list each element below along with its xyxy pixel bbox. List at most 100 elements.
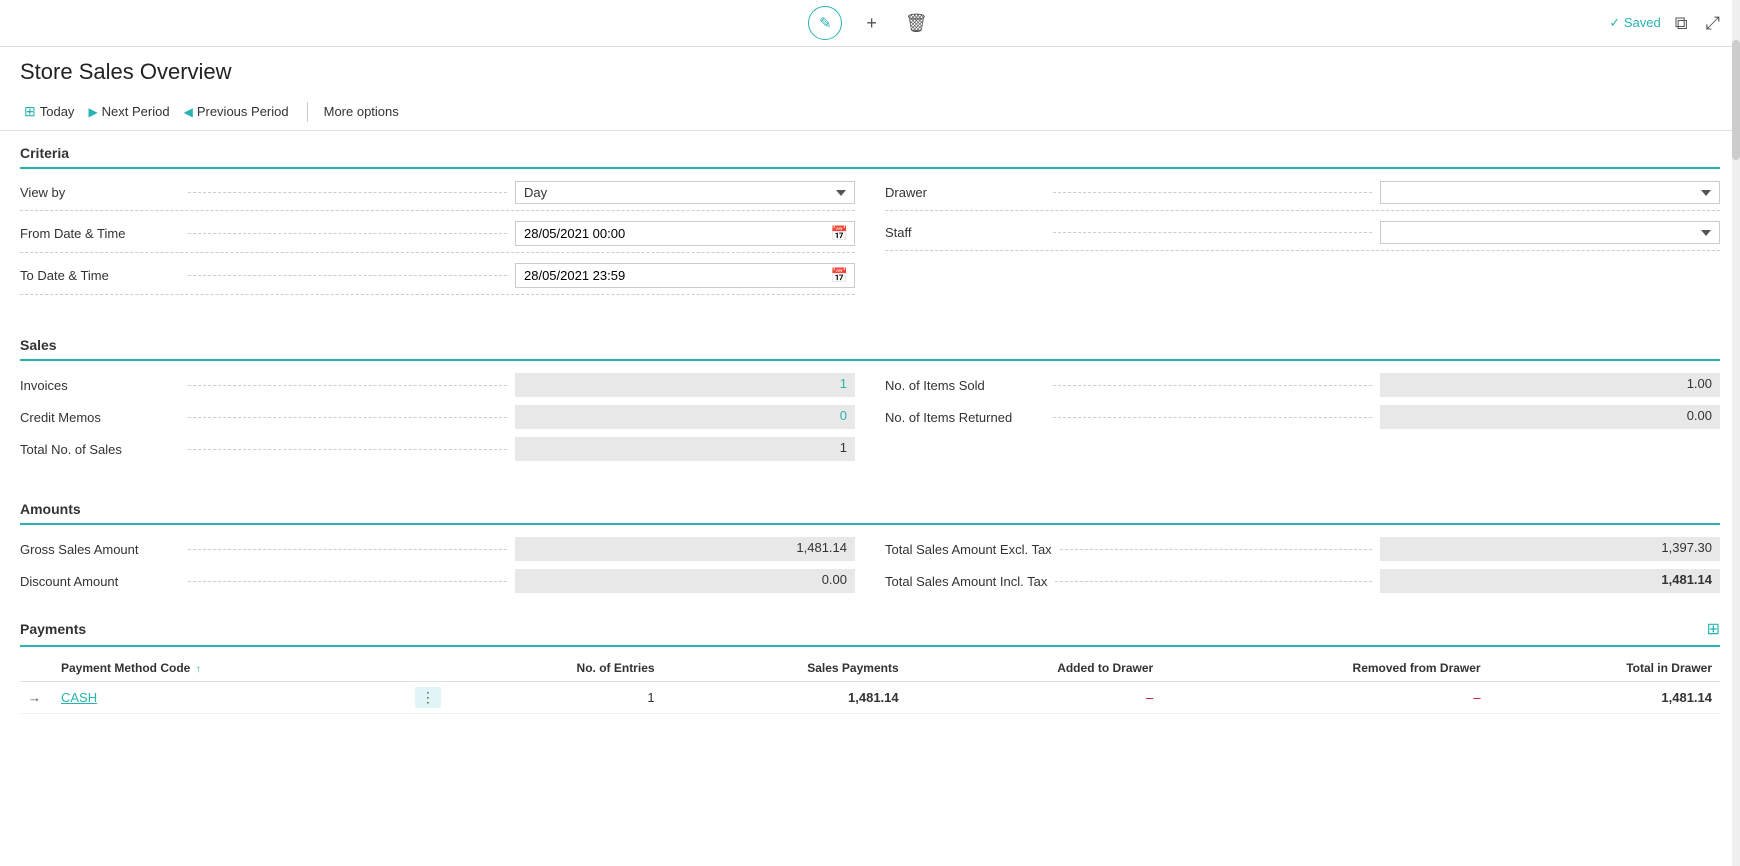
col-sales-payments-header: Sales Payments bbox=[663, 655, 907, 682]
next-period-icon: ▶ bbox=[88, 105, 97, 119]
to-date-label: To Date & Time bbox=[20, 268, 180, 283]
row-menu-cell: ⋮ bbox=[407, 682, 449, 714]
row-entries-cell: 1 bbox=[449, 682, 663, 714]
col-actions-header bbox=[407, 655, 449, 682]
from-date-input[interactable]: 28/05/2021 00:00 bbox=[516, 223, 825, 244]
invoices-label: Invoices bbox=[20, 378, 180, 393]
popout-icon: ⧉ bbox=[1675, 13, 1688, 33]
payments-title: Payments bbox=[20, 621, 86, 637]
payments-header: Payments ⊞ bbox=[20, 619, 1720, 647]
staff-dots bbox=[1053, 232, 1372, 233]
add-button[interactable]: + bbox=[862, 9, 881, 38]
edit-button[interactable]: ✎ bbox=[808, 6, 842, 40]
payments-table-header-row: Payment Method Code ↑ No. of Entries Sal… bbox=[20, 655, 1720, 682]
col-method-code-header[interactable]: Payment Method Code ↑ bbox=[53, 655, 407, 682]
page-title: Store Sales Overview bbox=[0, 47, 1740, 93]
col-total-drawer-header: Total in Drawer bbox=[1489, 655, 1720, 682]
next-period-label: Next Period bbox=[102, 104, 170, 119]
discount-value: 0.00 bbox=[515, 569, 855, 593]
from-date-wrapper: 28/05/2021 00:00 📅 bbox=[515, 221, 855, 246]
next-period-button[interactable]: ▶ Next Period bbox=[84, 100, 179, 123]
row-menu-button[interactable]: ⋮ bbox=[415, 687, 441, 708]
total-sales-label: Total No. of Sales bbox=[20, 442, 180, 457]
delete-button[interactable]: 🗑 bbox=[901, 9, 932, 38]
invoices-row: Invoices 1 bbox=[20, 373, 855, 397]
row-arrow-icon[interactable]: → bbox=[28, 690, 41, 705]
to-date-row: To Date & Time 28/05/2021 23:59 📅 bbox=[20, 263, 855, 295]
credit-memos-value: 0 bbox=[515, 405, 855, 429]
sort-icon: ↑ bbox=[196, 664, 201, 675]
row-added-drawer-cell: – bbox=[907, 682, 1162, 714]
scrollbar-track[interactable] bbox=[1732, 0, 1740, 866]
items-returned-row: No. of Items Returned 0.00 bbox=[885, 405, 1720, 429]
credit-memos-label: Credit Memos bbox=[20, 410, 180, 425]
today-grid-icon: ⊞ bbox=[24, 103, 36, 120]
credit-memos-dots bbox=[188, 417, 507, 418]
more-options-button[interactable]: More options bbox=[316, 100, 407, 123]
criteria-left: View by Day Week Month Year From Date & … bbox=[20, 181, 855, 305]
invoices-value: 1 bbox=[515, 373, 855, 397]
drawer-row: Drawer bbox=[885, 181, 1720, 211]
added-drawer-dash: – bbox=[1146, 690, 1153, 705]
row-total-drawer-cell: 1,481.14 bbox=[1489, 682, 1720, 714]
from-date-dots bbox=[188, 233, 507, 234]
to-date-calendar-icon[interactable]: 📅 bbox=[825, 264, 854, 287]
criteria-grid: View by Day Week Month Year From Date & … bbox=[20, 181, 1720, 305]
row-sales-payments-cell: 1,481.14 bbox=[663, 682, 907, 714]
previous-period-button[interactable]: ◀ Previous Period bbox=[180, 100, 299, 123]
staff-label: Staff bbox=[885, 225, 1045, 240]
staff-row: Staff bbox=[885, 221, 1720, 251]
total-excl-value: 1,397.30 bbox=[1380, 537, 1720, 561]
staff-select[interactable] bbox=[1380, 221, 1720, 244]
sales-right: No. of Items Sold 1.00 No. of Items Retu… bbox=[885, 373, 1720, 469]
amounts-right: Total Sales Amount Excl. Tax 1,397.30 To… bbox=[885, 537, 1720, 601]
table-row: → CASH ⋮ 1 1,481.14 – – 1,481.14 bbox=[20, 682, 1720, 714]
view-by-row: View by Day Week Month Year bbox=[20, 181, 855, 211]
from-date-label: From Date & Time bbox=[20, 226, 180, 241]
edit-icon: ✎ bbox=[819, 14, 832, 32]
col-added-drawer-header: Added to Drawer bbox=[907, 655, 1162, 682]
drawer-select[interactable] bbox=[1380, 181, 1720, 204]
sales-section-header: Sales bbox=[20, 323, 1720, 361]
to-date-input[interactable]: 28/05/2021 23:59 bbox=[516, 265, 825, 286]
scrollbar-thumb[interactable] bbox=[1732, 40, 1740, 160]
sales-left: Invoices 1 Credit Memos 0 Total No. of S… bbox=[20, 373, 855, 469]
items-returned-label: No. of Items Returned bbox=[885, 410, 1045, 425]
main-content: Criteria View by Day Week Month Year Fro… bbox=[0, 131, 1740, 714]
removed-drawer-dash: – bbox=[1473, 690, 1480, 705]
add-icon: + bbox=[866, 13, 877, 33]
view-by-dots bbox=[188, 192, 507, 193]
expand-button[interactable]: ⤢ bbox=[1702, 9, 1724, 38]
criteria-right: Drawer Staff bbox=[885, 181, 1720, 305]
amounts-section-header: Amounts bbox=[20, 487, 1720, 525]
drawer-dots bbox=[1053, 192, 1372, 193]
row-arrow-cell: → bbox=[20, 682, 53, 714]
today-label: Today bbox=[40, 104, 75, 119]
delete-icon: 🗑 bbox=[905, 13, 928, 33]
total-incl-dots bbox=[1055, 581, 1372, 582]
period-divider bbox=[307, 102, 308, 122]
saved-label: ✓ Saved bbox=[1609, 15, 1660, 31]
items-sold-row: No. of Items Sold 1.00 bbox=[885, 373, 1720, 397]
items-sold-label: No. of Items Sold bbox=[885, 378, 1045, 393]
view-by-select[interactable]: Day Week Month Year bbox=[515, 181, 855, 204]
gross-sales-dots bbox=[188, 549, 507, 550]
amounts-left: Gross Sales Amount 1,481.14 Discount Amo… bbox=[20, 537, 855, 601]
items-sold-dots bbox=[1053, 385, 1372, 386]
total-incl-label: Total Sales Amount Incl. Tax bbox=[885, 574, 1047, 589]
popout-button[interactable]: ⧉ bbox=[1671, 9, 1692, 38]
criteria-section-header: Criteria bbox=[20, 131, 1720, 169]
payments-export-icon[interactable]: ⊞ bbox=[1707, 619, 1720, 639]
total-sales-row: Total No. of Sales 1 bbox=[20, 437, 855, 461]
cash-link[interactable]: CASH bbox=[61, 690, 97, 705]
total-incl-row: Total Sales Amount Incl. Tax 1,481.14 bbox=[885, 569, 1720, 593]
prev-period-icon: ◀ bbox=[184, 105, 193, 119]
amounts-grid: Gross Sales Amount 1,481.14 Discount Amo… bbox=[20, 537, 1720, 601]
today-button[interactable]: ⊞ Today bbox=[20, 99, 84, 124]
drawer-label: Drawer bbox=[885, 185, 1045, 200]
sales-grid: Invoices 1 Credit Memos 0 Total No. of S… bbox=[20, 373, 1720, 469]
from-date-calendar-icon[interactable]: 📅 bbox=[825, 222, 854, 245]
toolbar-center: ✎ + 🗑 bbox=[808, 6, 931, 40]
col-entries-header: No. of Entries bbox=[449, 655, 663, 682]
total-excl-row: Total Sales Amount Excl. Tax 1,397.30 bbox=[885, 537, 1720, 561]
